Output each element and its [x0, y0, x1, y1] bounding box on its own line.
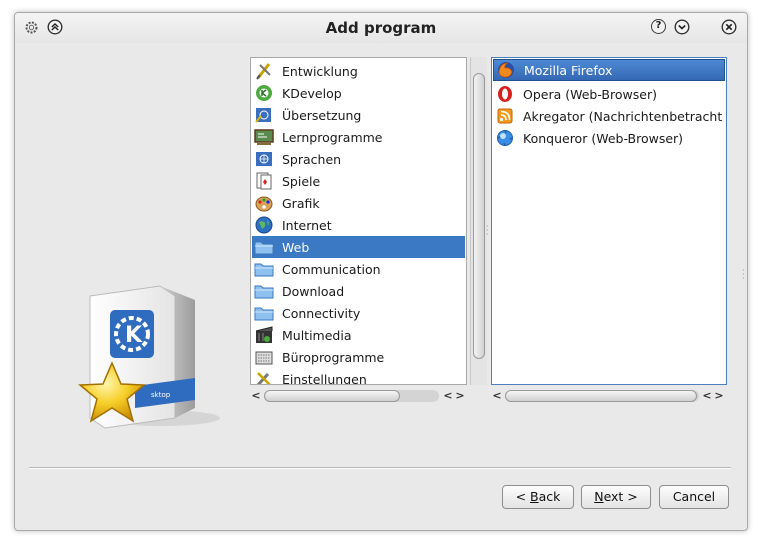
opera-icon	[498, 86, 512, 102]
window-resize-dots: · · ·	[742, 266, 745, 283]
list-item-label: Akregator (Nachrichtenbetracht	[523, 108, 723, 124]
education-icon	[254, 129, 274, 145]
category-vertical-scrollbar[interactable]	[470, 57, 487, 385]
list-item-label: Internet	[282, 217, 332, 233]
add-program-dialog: Add program ? K sktop Entwicklung KDevel…	[14, 12, 748, 531]
development-tools-icon	[256, 63, 271, 80]
scrollbar-thumb[interactable]	[505, 390, 697, 402]
kdevelop-icon	[256, 85, 272, 101]
list-item[interactable]: Entwicklung	[252, 60, 465, 82]
scroll-left-arrow[interactable]: <	[491, 388, 503, 404]
list-item-label: Communication	[282, 261, 381, 277]
list-item-selected[interactable]: Mozilla Firefox	[493, 59, 725, 81]
scroll-right-arrow[interactable]: >	[454, 388, 466, 404]
button-separator	[29, 467, 731, 469]
list-item[interactable]: Lernprogramme	[252, 126, 465, 148]
office-icon	[255, 351, 273, 365]
list-item-label: Grafik	[282, 195, 320, 211]
back-button-prefix: <	[515, 489, 531, 504]
list-item[interactable]: Download	[252, 280, 465, 302]
category-list[interactable]: Entwicklung KDevelop Übersetzung Lernpro…	[250, 57, 467, 385]
back-button[interactable]: < Back	[502, 485, 574, 509]
graphics-icon	[255, 196, 273, 212]
list-item[interactable]: Büroprogramme	[252, 346, 465, 368]
list-item-label: Connectivity	[282, 305, 361, 321]
list-item[interactable]: Akregator (Nachrichtenbetracht	[493, 105, 725, 127]
list-item[interactable]: Multimedia	[252, 324, 465, 346]
next-button-accelerator: N	[594, 489, 604, 504]
cancel-button[interactable]: Cancel	[659, 485, 729, 509]
folder-icon	[254, 285, 274, 299]
program-list[interactable]: Mozilla Firefox Opera (Web-Browser) Akre…	[491, 57, 727, 385]
list-item-label: Web	[282, 239, 310, 255]
category-horizontal-scrollbar[interactable]: < < >	[250, 388, 468, 404]
back-button-accelerator: B	[530, 489, 539, 504]
scrollbar-thumb[interactable]	[264, 390, 400, 402]
window-title: Add program	[325, 19, 437, 37]
akregator-icon	[497, 108, 513, 124]
list-item-label: Multimedia	[282, 327, 352, 343]
settings-icon	[256, 372, 271, 384]
folder-icon	[254, 241, 274, 255]
list-item[interactable]: Communication	[252, 258, 465, 280]
list-item-label: Entwicklung	[282, 63, 358, 79]
list-item[interactable]: Konqueror (Web-Browser)	[493, 127, 725, 149]
konqueror-icon	[497, 130, 513, 146]
list-item-label: Lernprogramme	[282, 129, 383, 145]
scroll-left-arrow[interactable]: <	[701, 388, 713, 404]
title-bar: Add program ?	[15, 13, 747, 43]
list-item-label: Übersetzung	[282, 107, 362, 123]
list-item[interactable]: Übersetzung	[252, 104, 465, 126]
folder-icon	[254, 307, 274, 321]
list-item-label: Büroprogramme	[282, 349, 385, 365]
languages-icon	[256, 152, 272, 166]
add-program-artwork: K sktop	[78, 285, 220, 429]
list-item-label: Einstellungen	[282, 371, 367, 385]
list-item[interactable]: Grafik	[252, 192, 465, 214]
list-item[interactable]: Opera (Web-Browser)	[493, 83, 725, 105]
back-button-rest: ack	[538, 489, 561, 504]
games-icon	[256, 172, 272, 190]
list-item[interactable]: KDevelop	[252, 82, 465, 104]
list-item-label: KDevelop	[282, 85, 342, 101]
list-item-label: Mozilla Firefox	[524, 62, 613, 78]
close-icon[interactable]	[721, 19, 737, 35]
next-button[interactable]: Next >	[581, 485, 651, 509]
scroll-left-arrow[interactable]: <	[442, 388, 454, 404]
list-item-selected[interactable]: Web	[252, 236, 465, 258]
list-item-label: Sprachen	[282, 151, 342, 167]
list-item-label: Konqueror (Web-Browser)	[523, 130, 684, 146]
svg-text:K: K	[125, 323, 143, 348]
firefox-icon	[498, 62, 514, 78]
scroll-left-arrow[interactable]: <	[250, 388, 262, 404]
next-button-rest: ext >	[603, 489, 638, 504]
list-item-label: Opera (Web-Browser)	[523, 86, 657, 102]
list-item[interactable]: Internet	[252, 214, 465, 236]
folder-icon	[254, 263, 274, 277]
program-horizontal-scrollbar[interactable]: < < >	[491, 388, 727, 404]
scroll-right-arrow[interactable]: >	[713, 388, 725, 404]
splitter-handle[interactable]: · · ·	[486, 223, 489, 239]
list-item-label: Download	[282, 283, 345, 299]
internet-globe-icon	[255, 216, 273, 234]
scrollbar-thumb[interactable]	[473, 73, 485, 359]
help-button[interactable]: ?	[651, 19, 666, 34]
box-label: sktop	[151, 391, 171, 399]
translation-icon	[255, 108, 271, 123]
multimedia-icon	[255, 326, 273, 343]
list-item[interactable]: Sprachen	[252, 148, 465, 170]
list-item[interactable]: Connectivity	[252, 302, 465, 324]
list-item[interactable]: Spiele	[252, 170, 465, 192]
chevron-down-icon[interactable]	[674, 19, 690, 35]
list-item-label: Spiele	[282, 173, 321, 189]
list-item[interactable]: Einstellungen	[252, 368, 465, 385]
